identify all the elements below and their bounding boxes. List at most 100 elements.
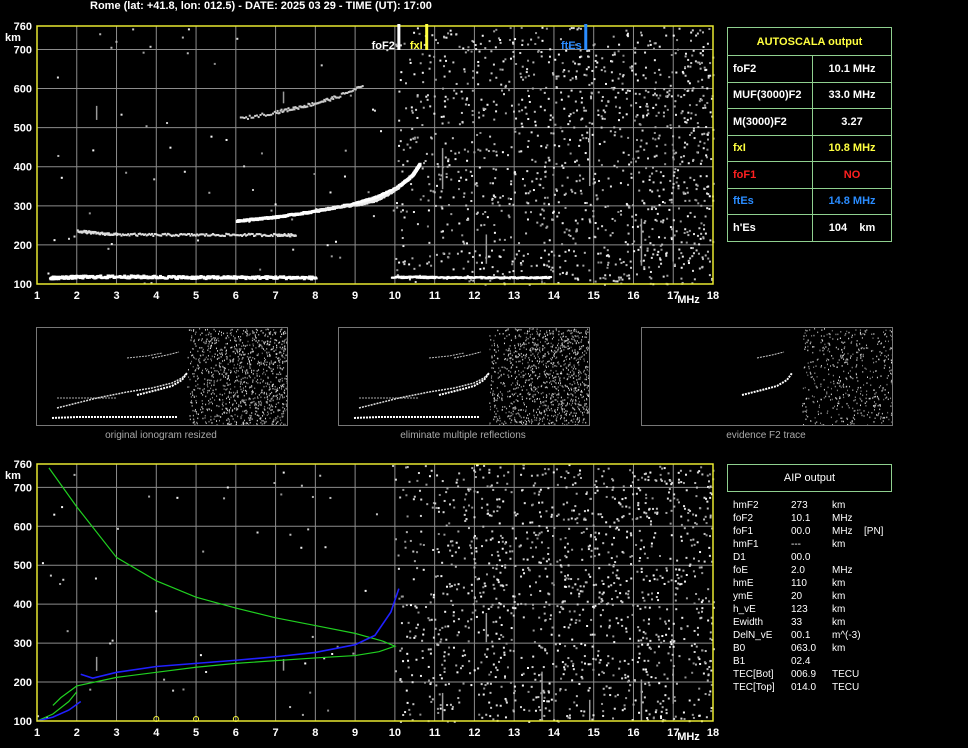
autoscala-key: h'Es [728, 215, 813, 241]
autoscala-row: MUF(3000)F2 33.0 MHz [728, 81, 891, 108]
y-tick-label: 200 [14, 677, 32, 689]
aip-value: 02.4 [791, 656, 811, 667]
x-tick-label: 10 [389, 727, 401, 739]
y-tick-label: 700 [14, 44, 32, 56]
x-tick-label: 4 [153, 727, 160, 739]
thumbnail-eliminate [338, 327, 590, 426]
aip-unit: km [832, 539, 846, 550]
x-tick-label: 13 [508, 727, 520, 739]
ftes-marker-label: ftEs [561, 40, 582, 52]
autoscala-row: h'Es 104 km [728, 214, 891, 241]
fof2-marker [397, 24, 401, 50]
x-tick-label: 1 [34, 290, 40, 302]
y-tick-label: 100 [14, 279, 32, 291]
thumbnail-original [36, 327, 288, 426]
y-axis-label: km [5, 470, 21, 482]
x-tick-label: 14 [548, 290, 561, 302]
y-tick-label: 400 [14, 162, 32, 174]
aip-key: ymE [733, 591, 753, 602]
y-tick-label: 300 [14, 638, 32, 650]
x-tick-label: 1 [34, 727, 40, 739]
x-tick-label: 11 [429, 290, 441, 302]
aip-value: 123 [791, 604, 808, 615]
blue-profile-line [80, 588, 400, 679]
aip-header: AIP output [727, 464, 892, 492]
aip-value: 006.9 [791, 669, 817, 680]
y-tick-label: 600 [14, 84, 32, 96]
aip-key: DelN_vE [733, 630, 773, 641]
aip-unit: MHz [832, 526, 853, 537]
aip-key: hmF2 [733, 500, 759, 511]
autoscala-header: AUTOSCALA output [756, 35, 863, 48]
f-low-trace [76, 229, 297, 238]
aip-key: B1 [733, 656, 746, 667]
y-tick-label: 400 [14, 599, 32, 611]
f2-x-trace [315, 186, 401, 211]
y-tick-label: 500 [14, 560, 32, 572]
x-tick-label: 18 [707, 290, 719, 302]
aip-value: 014.0 [791, 682, 817, 693]
x-tick-label: 15 [588, 727, 600, 739]
autoscala-panel: AUTOSCALA output foF2 10.1 MHz MUF(3000)F2… [727, 27, 892, 242]
autoscala-key: foF2 [728, 56, 813, 82]
x-tick-label: 14 [548, 727, 561, 739]
x-tick-label: 5 [193, 290, 199, 302]
aip-key: TEC[Top] [733, 682, 775, 693]
aip-key: D1 [733, 552, 746, 563]
x-tick-label: 8 [312, 727, 318, 739]
aip-unit: km [832, 617, 846, 628]
aip-value: 2.0 [791, 565, 805, 576]
x-tick-label: 2 [74, 727, 80, 739]
autoscala-key: ftEs [728, 188, 813, 214]
autoscala-row: foF1 NO [728, 161, 891, 188]
x-tick-label: 3 [113, 290, 119, 302]
aip-unit: TECU [832, 682, 860, 693]
autoscala-value: 10.1 MHz [828, 62, 876, 75]
ftes-marker [584, 24, 588, 50]
x-axis-label: MHz [677, 731, 700, 743]
ionogram-top-chart: 1 2 3 4 5 6 7 8 9 10 11 12 13 14 15 16 17 181002003004005… [5, 21, 719, 306]
autoscala-key: foF1 [728, 162, 813, 188]
page-title: Rome (lat: +41.8, lon: 012.5) - DATE: 20… [90, 0, 432, 12]
autoscala-row: M(3000)F2 3.27 [728, 108, 891, 135]
x-tick-label: 16 [627, 727, 639, 739]
y-tick-label: 700 [14, 482, 32, 494]
x-tick-label: 18 [707, 727, 719, 739]
autoscala-key: MUF(3000)F2 [728, 82, 813, 108]
grid [36, 464, 714, 722]
aip-flag: [PN] [864, 526, 884, 537]
fxi-marker [425, 24, 429, 50]
aip-key: foF1 [733, 526, 754, 537]
noise [37, 464, 715, 723]
aip-key: B0 [733, 643, 746, 654]
autoscala-row: foF2 10.1 MHz [728, 55, 891, 82]
x-tick-label: 9 [352, 290, 358, 302]
aip-unit: TECU [832, 669, 860, 680]
x-tick-label: 7 [273, 290, 279, 302]
autoscala-key: fxI [728, 135, 813, 161]
y-tick-label: 100 [14, 716, 32, 728]
autoscala-value: 104 km [828, 221, 876, 234]
aip-key: hmF1 [733, 539, 759, 550]
x-tick-label: 12 [468, 290, 480, 302]
aip-key: TEC[Bot] [733, 669, 774, 680]
aip-value: 110 [791, 578, 807, 589]
aip-unit: MHz [832, 565, 853, 576]
x-tick-label: 11 [429, 727, 441, 739]
autoscala-key: M(3000)F2 [728, 109, 813, 135]
x-tick-label: 15 [588, 290, 600, 302]
fof2-marker-label: foF2 [372, 40, 395, 52]
autoscala-value: NO [843, 168, 861, 181]
x-tick-label: 3 [113, 727, 119, 739]
x-tick-label: 13 [508, 290, 520, 302]
aip-value: 00.0 [791, 526, 811, 537]
aip-unit: m^(-3) [832, 630, 861, 641]
aip-value: 33 [791, 617, 803, 628]
y-tick-label: 200 [14, 240, 32, 252]
aip-value: 273 [791, 500, 808, 511]
green-profile-line [48, 467, 397, 706]
autoscala-value: 10.8 MHz [828, 142, 876, 155]
x-tick-label: 6 [233, 290, 239, 302]
green-low-line [36, 691, 78, 722]
x-tick-label: 5 [193, 727, 199, 739]
